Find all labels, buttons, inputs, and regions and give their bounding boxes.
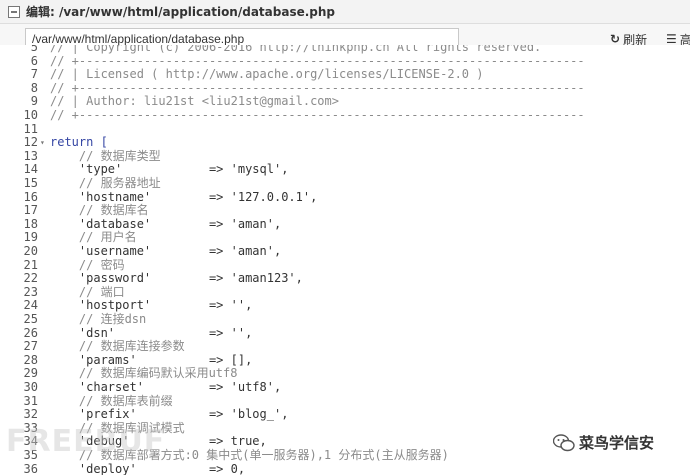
code-text: 'type' => 'mysql', <box>50 162 289 177</box>
code-line[interactable]: 21 // 密码 <box>0 257 690 273</box>
code-line[interactable]: 12 ▾ return [ <box>0 136 690 150</box>
code-text: // 密码 <box>50 257 125 272</box>
code-line[interactable]: 8 // +-----------------------------------… <box>0 80 690 96</box>
line-number: 17 <box>23 203 38 218</box>
code-text: // | Author: liu21st <liu21st@gmail.com> <box>50 94 339 109</box>
line-number: 23 <box>23 284 38 299</box>
line-number: 19 <box>23 230 38 245</box>
line-number: 16 <box>23 189 38 204</box>
code-text: 'prefix' => 'blog_', <box>50 407 289 422</box>
line-number: 29 <box>23 366 38 381</box>
line-number: 7 <box>30 67 38 82</box>
code-text: // +------------------------------------… <box>50 80 585 95</box>
code-text: // 用户名 <box>50 230 137 245</box>
code-line[interactable]: 23 // 端口 <box>0 284 690 300</box>
line-number: 20 <box>23 244 38 258</box>
code-text: // 数据库编码默认采用utf8 <box>50 366 238 381</box>
code-line[interactable]: 13 // 数据库类型 <box>0 148 690 164</box>
edit-icon <box>8 5 20 18</box>
code-line[interactable]: 36 'deploy' => 0, <box>0 461 690 475</box>
code-text: // +------------------------------------… <box>50 108 585 122</box>
line-number: 10 <box>23 108 38 122</box>
code-text: // 数据库表前缀 <box>50 393 173 408</box>
code-text: // +------------------------------------… <box>50 53 585 68</box>
code-line[interactable]: 27 // 数据库连接参数 <box>0 340 690 354</box>
window-title: 编辑: /var/www/html/application/database.p… <box>26 5 336 19</box>
line-number: 21 <box>23 257 38 272</box>
code-line[interactable]: 19 // 用户名 <box>0 231 690 245</box>
code-line[interactable]: 9 // | Author: liu21st <liu21st@gmail.com… <box>0 95 690 109</box>
line-number: 32 <box>23 407 38 422</box>
code-text: // 数据库类型 <box>50 148 161 163</box>
line-number: 14 <box>23 162 38 177</box>
line-number: 6 <box>30 53 38 68</box>
code-line[interactable]: 17 // 数据库名 <box>0 204 690 218</box>
line-number: 13 <box>23 148 38 163</box>
code-line[interactable]: 6 // +-----------------------------------… <box>0 53 690 69</box>
code-line[interactable]: 14 'type' => 'mysql', <box>0 163 690 177</box>
code-text: // | Licensed ( http://www.apache.org/li… <box>50 67 484 82</box>
code-line[interactable]: 30 'charset' => 'utf8', <box>0 380 690 395</box>
line-number: 18 <box>23 216 38 231</box>
code-line[interactable]: 11 <box>0 121 690 137</box>
window-titlebar: 编辑: /var/www/html/application/database.p… <box>0 0 690 24</box>
code-text: 'hostport' => '', <box>50 298 253 313</box>
list-icon: ☰ <box>666 32 677 46</box>
code-line[interactable]: 10 // +----------------------------------… <box>0 108 690 123</box>
line-number: 15 <box>23 176 38 190</box>
line-number: 30 <box>23 380 38 394</box>
line-number: 26 <box>23 325 38 340</box>
wechat-icon <box>553 433 575 451</box>
line-number: 24 <box>23 298 38 313</box>
code-line[interactable]: 31 // 数据库表前缀 <box>0 393 690 409</box>
code-text: // 数据库连接参数 <box>50 339 185 354</box>
line-number: 27 <box>23 339 38 354</box>
line-number: 25 <box>23 312 38 326</box>
code-text: // 连接dsn <box>50 312 147 326</box>
freebuf-watermark: FREEBUF <box>6 424 166 459</box>
code-line[interactable]: 32 'prefix' => 'blog_', <box>0 408 690 422</box>
line-number: 28 <box>23 352 38 367</box>
code-text: // 数据库名 <box>50 203 149 218</box>
code-text: // 服务器地址 <box>50 176 161 190</box>
wechat-account-name: 菜鸟学信安 <box>579 434 655 452</box>
code-text: return [ <box>50 135 108 150</box>
line-number: 12 <box>23 135 38 150</box>
code-text: 'deploy' => 0, <box>50 461 246 475</box>
code-line[interactable]: 29 // 数据库编码默认采用utf8 <box>0 367 690 381</box>
code-text: 'charset' => 'utf8', <box>50 380 282 394</box>
code-text: 'password' => 'aman123', <box>50 271 303 286</box>
refresh-icon: ↻ <box>610 32 621 46</box>
code-line[interactable]: 24 'hostport' => '', <box>0 299 690 313</box>
wechat-watermark: 菜鸟学信安 <box>553 432 655 453</box>
code-line[interactable]: 20 'username' => 'aman', <box>0 244 690 259</box>
code-line[interactable]: 22 'password' => 'aman123', <box>0 272 690 286</box>
line-number: 8 <box>30 80 38 95</box>
code-editor[interactable]: 5// | Copyright (c) 2006-2016 http://thi… <box>0 45 690 475</box>
code-line[interactable]: 15 // 服务器地址 <box>0 176 690 191</box>
line-number: 22 <box>23 271 38 286</box>
line-number: 9 <box>30 94 38 109</box>
code-line[interactable]: 25 // 连接dsn <box>0 312 690 327</box>
code-text: 'username' => 'aman', <box>50 244 282 258</box>
line-number: 36 <box>23 461 38 475</box>
line-number: 11 <box>23 121 38 136</box>
code-text: // 端口 <box>50 284 125 299</box>
line-number: 31 <box>23 393 38 408</box>
code-line[interactable]: 7 // | Licensed ( http://www.apache.org/l… <box>0 68 690 82</box>
fold-arrow-icon[interactable]: ▾ <box>40 136 48 150</box>
